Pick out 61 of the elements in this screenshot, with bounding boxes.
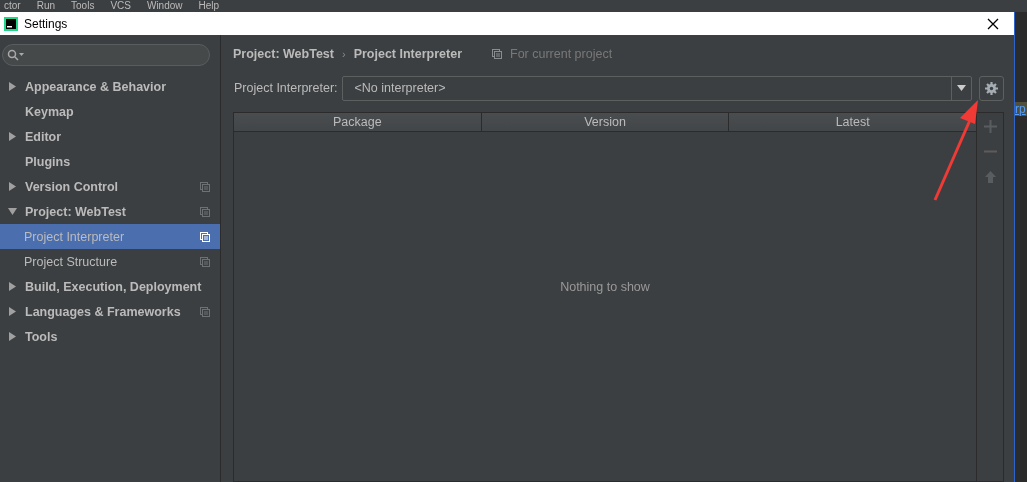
sidebar-item-label: Project Interpreter bbox=[24, 229, 126, 244]
sidebar-item-label: Build, Execution, Deployment bbox=[25, 279, 203, 294]
sidebar-item-label: Appearance & Behavior bbox=[25, 79, 168, 94]
menu-item[interactable]: Window bbox=[146, 0, 183, 12]
sidebar-item[interactable]: Editor bbox=[0, 124, 220, 149]
sidebar-item[interactable]: Version Control bbox=[0, 174, 220, 199]
link-fragment[interactable]: rp bbox=[1015, 102, 1027, 116]
interpreter-dropdown[interactable]: <No interpreter> bbox=[341, 75, 972, 101]
sidebar-item[interactable]: Appearance & Behavior bbox=[0, 74, 220, 99]
copy-icon bbox=[492, 49, 502, 59]
sidebar-item-label: Version Control bbox=[25, 179, 120, 194]
expanded-arrow-icon[interactable] bbox=[8, 207, 17, 216]
menu-item[interactable]: ctor bbox=[4, 0, 21, 12]
empty-message: Nothing to show bbox=[560, 279, 650, 294]
sidebar-item-label: Project: WebTest bbox=[25, 204, 127, 219]
search-icon bbox=[7, 49, 25, 61]
settings-icon bbox=[985, 81, 998, 95]
collapsed-arrow-icon[interactable] bbox=[8, 132, 17, 141]
column-header[interactable]: Latest bbox=[835, 115, 870, 129]
collapsed-arrow-icon[interactable] bbox=[8, 307, 17, 316]
column-header[interactable]: Version bbox=[584, 115, 626, 129]
sidebar-item[interactable]: Project: WebTest bbox=[0, 199, 220, 224]
menu-item[interactable]: VCS bbox=[110, 0, 131, 12]
collapsed-arrow-icon[interactable] bbox=[8, 182, 17, 191]
sidebar-item[interactable]: Project Structure bbox=[0, 249, 220, 274]
collapsed-arrow-icon[interactable] bbox=[8, 82, 17, 91]
sidebar-item[interactable]: Languages & Frameworks bbox=[0, 299, 220, 324]
up-arrow-icon bbox=[984, 170, 996, 183]
plus-icon bbox=[983, 120, 997, 133]
window-title: Settings bbox=[24, 16, 69, 31]
breadcrumb-item: Project Interpreter bbox=[353, 47, 462, 61]
interpreter-label: Project Interpreter: bbox=[233, 81, 338, 95]
app-logo-icon bbox=[4, 16, 18, 31]
sidebar-item-label: Plugins bbox=[25, 154, 72, 169]
copy-icon bbox=[200, 306, 210, 317]
sidebar-item-label: Languages & Frameworks bbox=[25, 304, 182, 319]
menu-item[interactable]: Run bbox=[36, 0, 56, 12]
sidebar-item[interactable]: Build, Execution, Deployment bbox=[0, 274, 220, 299]
sidebar-item-label: Editor bbox=[25, 129, 63, 144]
copy-icon bbox=[200, 256, 210, 267]
caret-icon bbox=[957, 85, 966, 91]
sidebar-item[interactable]: Plugins bbox=[0, 149, 220, 174]
menu-item[interactable]: Help bbox=[198, 0, 220, 12]
sidebar-item-label: Project Structure bbox=[24, 254, 119, 269]
copy-icon bbox=[200, 181, 210, 192]
collapsed-arrow-icon[interactable] bbox=[8, 282, 17, 291]
menu-item[interactable]: Tools bbox=[71, 0, 95, 12]
scope-note: For current project bbox=[510, 47, 613, 61]
breadcrumb-item: Project: WebTest bbox=[233, 47, 334, 61]
sidebar-item-label: Tools bbox=[25, 329, 59, 344]
copy-icon bbox=[200, 231, 210, 242]
sidebar-item[interactable]: Tools bbox=[0, 324, 220, 349]
search-field[interactable] bbox=[2, 44, 210, 66]
sidebar-item[interactable]: Keymap bbox=[0, 99, 220, 124]
copy-icon bbox=[200, 206, 210, 217]
settings-button[interactable] bbox=[979, 75, 1004, 101]
breadcrumb-separator: › bbox=[341, 48, 346, 60]
column-header[interactable]: Package bbox=[333, 115, 382, 129]
collapsed-arrow-icon[interactable] bbox=[8, 332, 17, 341]
close-icon bbox=[987, 17, 999, 30]
sidebar-item-label: Keymap bbox=[25, 104, 75, 119]
